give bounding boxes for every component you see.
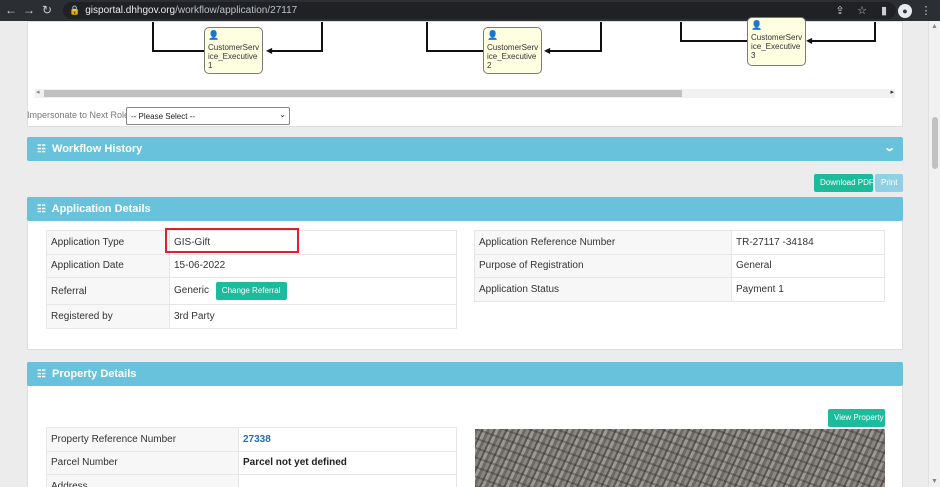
change-referral-button[interactable]: Change Referral [215, 282, 287, 300]
workflow-history-header[interactable]: ☷ Workflow History ⌄ [27, 137, 903, 161]
property-details-table: Property Reference Number 27338 Parcel N… [46, 427, 457, 487]
scroll-left-icon[interactable]: ◂ [36, 88, 40, 96]
row-value [238, 474, 457, 487]
share-icon[interactable]: ⇪ [830, 4, 850, 17]
workflow-node-executive-1[interactable]: 👤 CustomerService_Executive 1 [204, 27, 263, 74]
row-label: Application Date [46, 253, 170, 278]
row-value: 3rd Party [169, 304, 457, 329]
row-value: Generic Change Referral [169, 277, 457, 305]
row-label: Application Type [46, 230, 170, 255]
back-icon[interactable]: ← [2, 0, 20, 21]
table-row: Parcel Number Parcel not yet defined [46, 450, 457, 475]
table-row: Application Date 15-06-2022 [46, 253, 457, 278]
menu-kebab-icon[interactable]: ⋮ [916, 4, 936, 17]
table-row: Application Reference Number TR-27117 -3… [474, 230, 885, 255]
lock-icon: 🔒 [69, 5, 81, 15]
property-details-header: ☷ Property Details [27, 362, 903, 386]
scroll-down-icon[interactable]: ▼ [931, 478, 938, 485]
row-value: TR-27117 -34184 [731, 230, 885, 255]
application-details-header: ☷ Application Details [27, 197, 903, 221]
row-label: Registered by [46, 304, 170, 329]
application-details-right-table: Application Reference Number TR-27117 -3… [474, 230, 885, 302]
property-reference-link[interactable]: 27338 [243, 434, 271, 445]
view-property-button[interactable]: View Property [828, 409, 885, 427]
download-pdf-button[interactable]: Download PDF [814, 174, 874, 192]
row-label: Application Status [474, 277, 732, 302]
page-scroll-thumb[interactable] [932, 117, 938, 169]
diagram-horizontal-scrollbar[interactable]: ◂ ▸ [35, 89, 895, 98]
row-value: 27338 [238, 427, 457, 452]
referral-value: Generic [174, 285, 210, 296]
property-aerial-map[interactable] [475, 429, 885, 487]
impersonate-label: Impersonate to Next Role [27, 110, 130, 120]
table-row: Registered by 3rd Party [46, 304, 457, 329]
row-value: 15-06-2022 [169, 253, 457, 278]
chevron-down-icon[interactable]: ⌄ [883, 141, 896, 154]
table-row: Address [46, 474, 457, 487]
table-row: Property Reference Number 27338 [46, 427, 457, 452]
impersonate-role-select[interactable]: -- Please Select -- ⌄ [126, 107, 290, 125]
table-row: Purpose of Registration General [474, 253, 885, 278]
workflow-node-executive-3[interactable]: 👤 CustomerService_Executive 3 [747, 17, 806, 66]
diagram-scroll-thumb[interactable] [44, 90, 682, 97]
scroll-right-icon[interactable]: ▸ [890, 88, 894, 96]
row-value: Parcel not yet defined [238, 450, 457, 475]
bookmark-star-icon[interactable]: ☆ [852, 4, 872, 17]
workflow-node-executive-2[interactable]: 👤 CustomerService_Executive 2 [483, 27, 542, 74]
list-icon: ☷ [37, 369, 46, 380]
row-label: Address [46, 474, 239, 487]
row-label: Application Reference Number [474, 230, 732, 255]
list-icon: ☷ [37, 204, 46, 215]
row-value: Payment 1 [731, 277, 885, 302]
list-icon: ☷ [37, 144, 46, 155]
sidebar-icon[interactable]: ▮ [874, 4, 894, 17]
reload-icon[interactable]: ↻ [38, 0, 56, 21]
row-label: Referral [46, 277, 170, 305]
table-row: Referral Generic Change Referral [46, 277, 457, 305]
page-vertical-scrollbar[interactable]: ▲ ▼ [928, 21, 940, 487]
user-icon: 👤 [208, 30, 220, 40]
application-type-highlight [165, 228, 299, 253]
url-text: gisportal.dhhgov.org/workflow/applicatio… [85, 5, 298, 16]
row-value: General [731, 253, 885, 278]
row-label: Parcel Number [46, 450, 239, 475]
chevron-down-icon: ⌄ [279, 110, 286, 119]
row-label: Purpose of Registration [474, 253, 732, 278]
parcel-number-value: Parcel not yet defined [243, 457, 347, 469]
profile-avatar-icon[interactable]: ● [898, 3, 912, 18]
print-button[interactable]: Print [875, 174, 903, 192]
user-icon: 👤 [487, 30, 499, 40]
row-label: Property Reference Number [46, 427, 239, 452]
forward-icon[interactable]: → [20, 0, 38, 21]
scroll-up-icon[interactable]: ▲ [931, 23, 938, 30]
user-icon: 👤 [751, 20, 763, 30]
table-row: Application Status Payment 1 [474, 277, 885, 302]
